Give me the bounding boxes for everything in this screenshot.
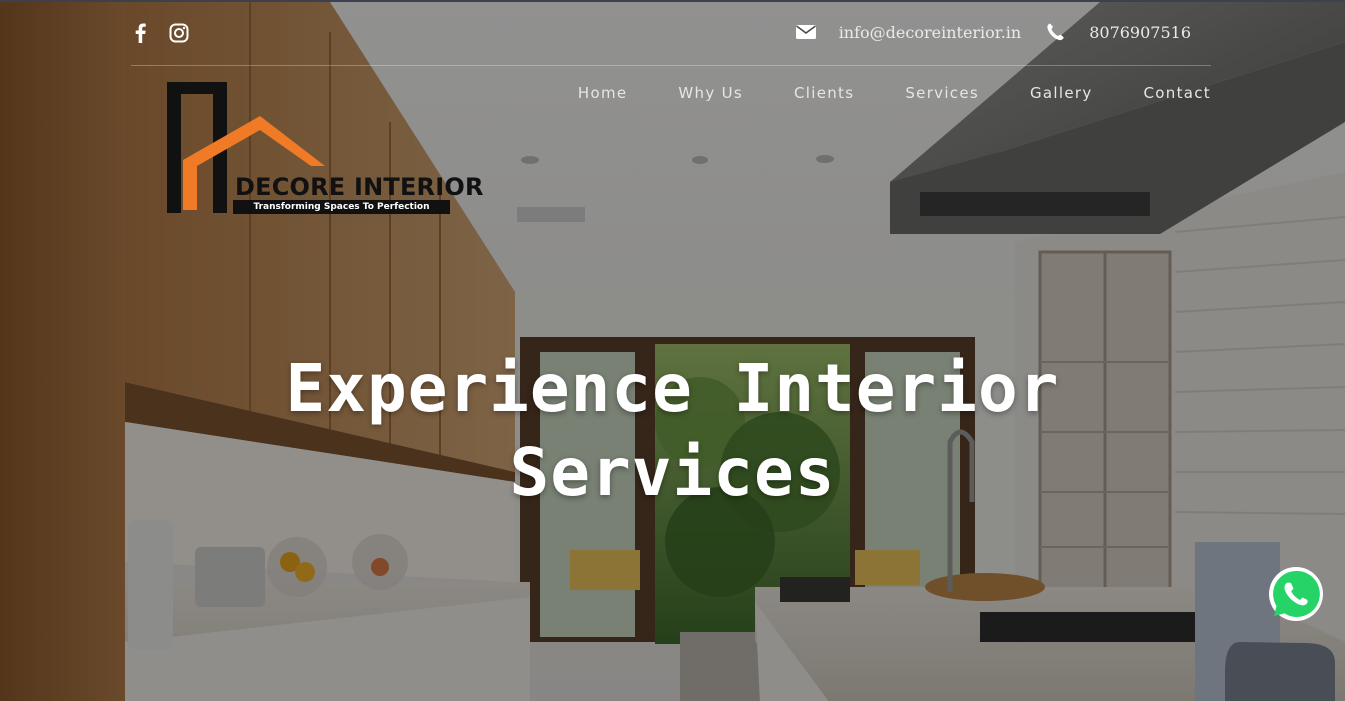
envelope-icon — [795, 25, 816, 39]
whatsapp-button[interactable] — [1267, 565, 1325, 623]
hero-headline-line-1: Experience Interior — [285, 350, 1060, 427]
nav-item-services[interactable]: Services — [905, 84, 979, 102]
social-links — [131, 22, 189, 44]
whatsapp-icon — [1269, 567, 1323, 621]
facebook-icon — [135, 23, 146, 43]
phone-link[interactable]: 8076907516 — [1089, 23, 1191, 42]
logo-brand-name: DECORE INTERIOR — [235, 173, 484, 201]
site-logo[interactable]: DECORE INTERIOR Transforming Spaces To P… — [165, 80, 483, 220]
contact-info: info@decoreinterior.in 8076907516 — [795, 22, 1191, 42]
phone-icon — [1047, 23, 1065, 41]
email-link[interactable]: info@decoreinterior.in — [839, 23, 1022, 42]
top-bar: info@decoreinterior.in 8076907516 — [131, 2, 1211, 66]
instagram-icon — [169, 23, 189, 43]
instagram-link[interactable] — [169, 22, 189, 44]
facebook-link[interactable] — [131, 22, 151, 44]
hero-headline: Experience Interior Services — [200, 347, 1145, 515]
hero-headline-line-2: Services — [509, 434, 836, 511]
nav-item-contact[interactable]: Contact — [1144, 84, 1211, 102]
nav-item-home[interactable]: Home — [578, 84, 628, 102]
nav-item-gallery[interactable]: Gallery — [1030, 84, 1093, 102]
hero-section: info@decoreinterior.in 8076907516 Home W… — [0, 0, 1345, 701]
nav-item-clients[interactable]: Clients — [794, 84, 854, 102]
main-nav: Home Why Us Clients Services Gallery Con… — [527, 84, 1211, 102]
nav-item-why-us[interactable]: Why Us — [678, 84, 743, 102]
logo-tagline: Transforming Spaces To Perfection — [233, 200, 450, 214]
